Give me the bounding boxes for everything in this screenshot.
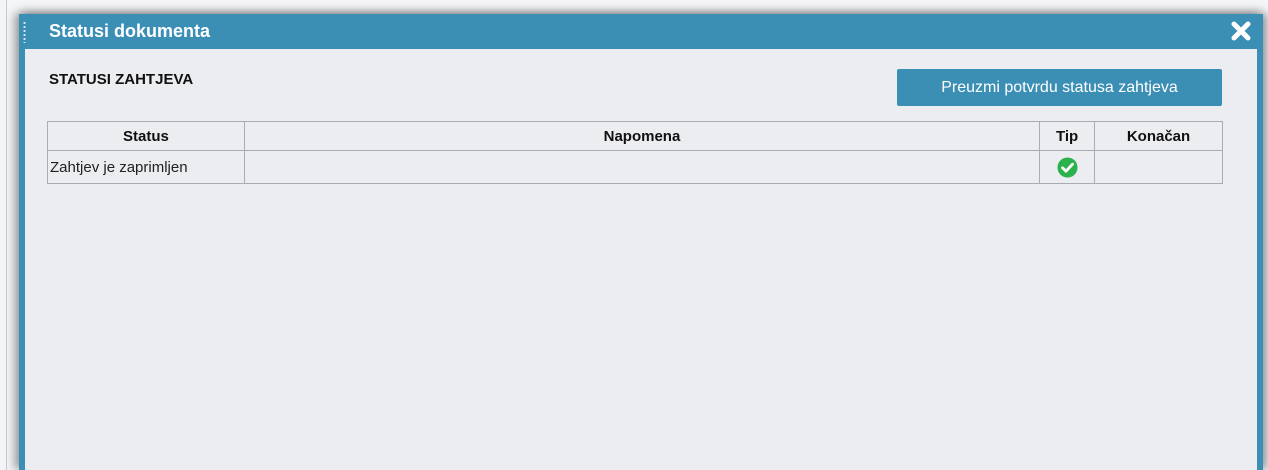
status-dialog: Statusi dokumenta STATUSI ZAHTJEVA Preuz… [19,14,1263,470]
status-table: Status Napomena Tip Konačan Zahtjev je z… [47,121,1223,184]
cell-napomena [243,150,1041,184]
close-icon[interactable] [1229,19,1253,43]
table-header-row: Status Napomena Tip Konačan [47,121,1223,151]
cell-tip [1039,150,1096,184]
dialog-titlebar[interactable]: Statusi dokumenta [19,14,1263,49]
dialog-body: STATUSI ZAHTJEVA Preuzmi potvrdu statusa… [25,49,1257,470]
drag-handle-icon[interactable] [23,21,26,43]
column-header-konacan[interactable]: Konačan [1094,121,1223,151]
download-status-confirmation-button[interactable]: Preuzmi potvrdu statusa zahtjeva [897,69,1222,106]
backdrop-divider [6,0,7,470]
cell-konacan [1094,150,1223,184]
section-title: STATUSI ZAHTJEVA [49,71,194,88]
dialog-title: Statusi dokumenta [49,21,211,41]
column-header-napomena[interactable]: Napomena [243,121,1041,151]
cell-status: Zahtjev je zaprimljen [47,150,245,184]
table-row[interactable]: Zahtjev je zaprimljen [47,150,1223,184]
check-circle-icon [1057,157,1078,178]
column-header-status[interactable]: Status [47,121,245,151]
column-header-tip[interactable]: Tip [1039,121,1096,151]
